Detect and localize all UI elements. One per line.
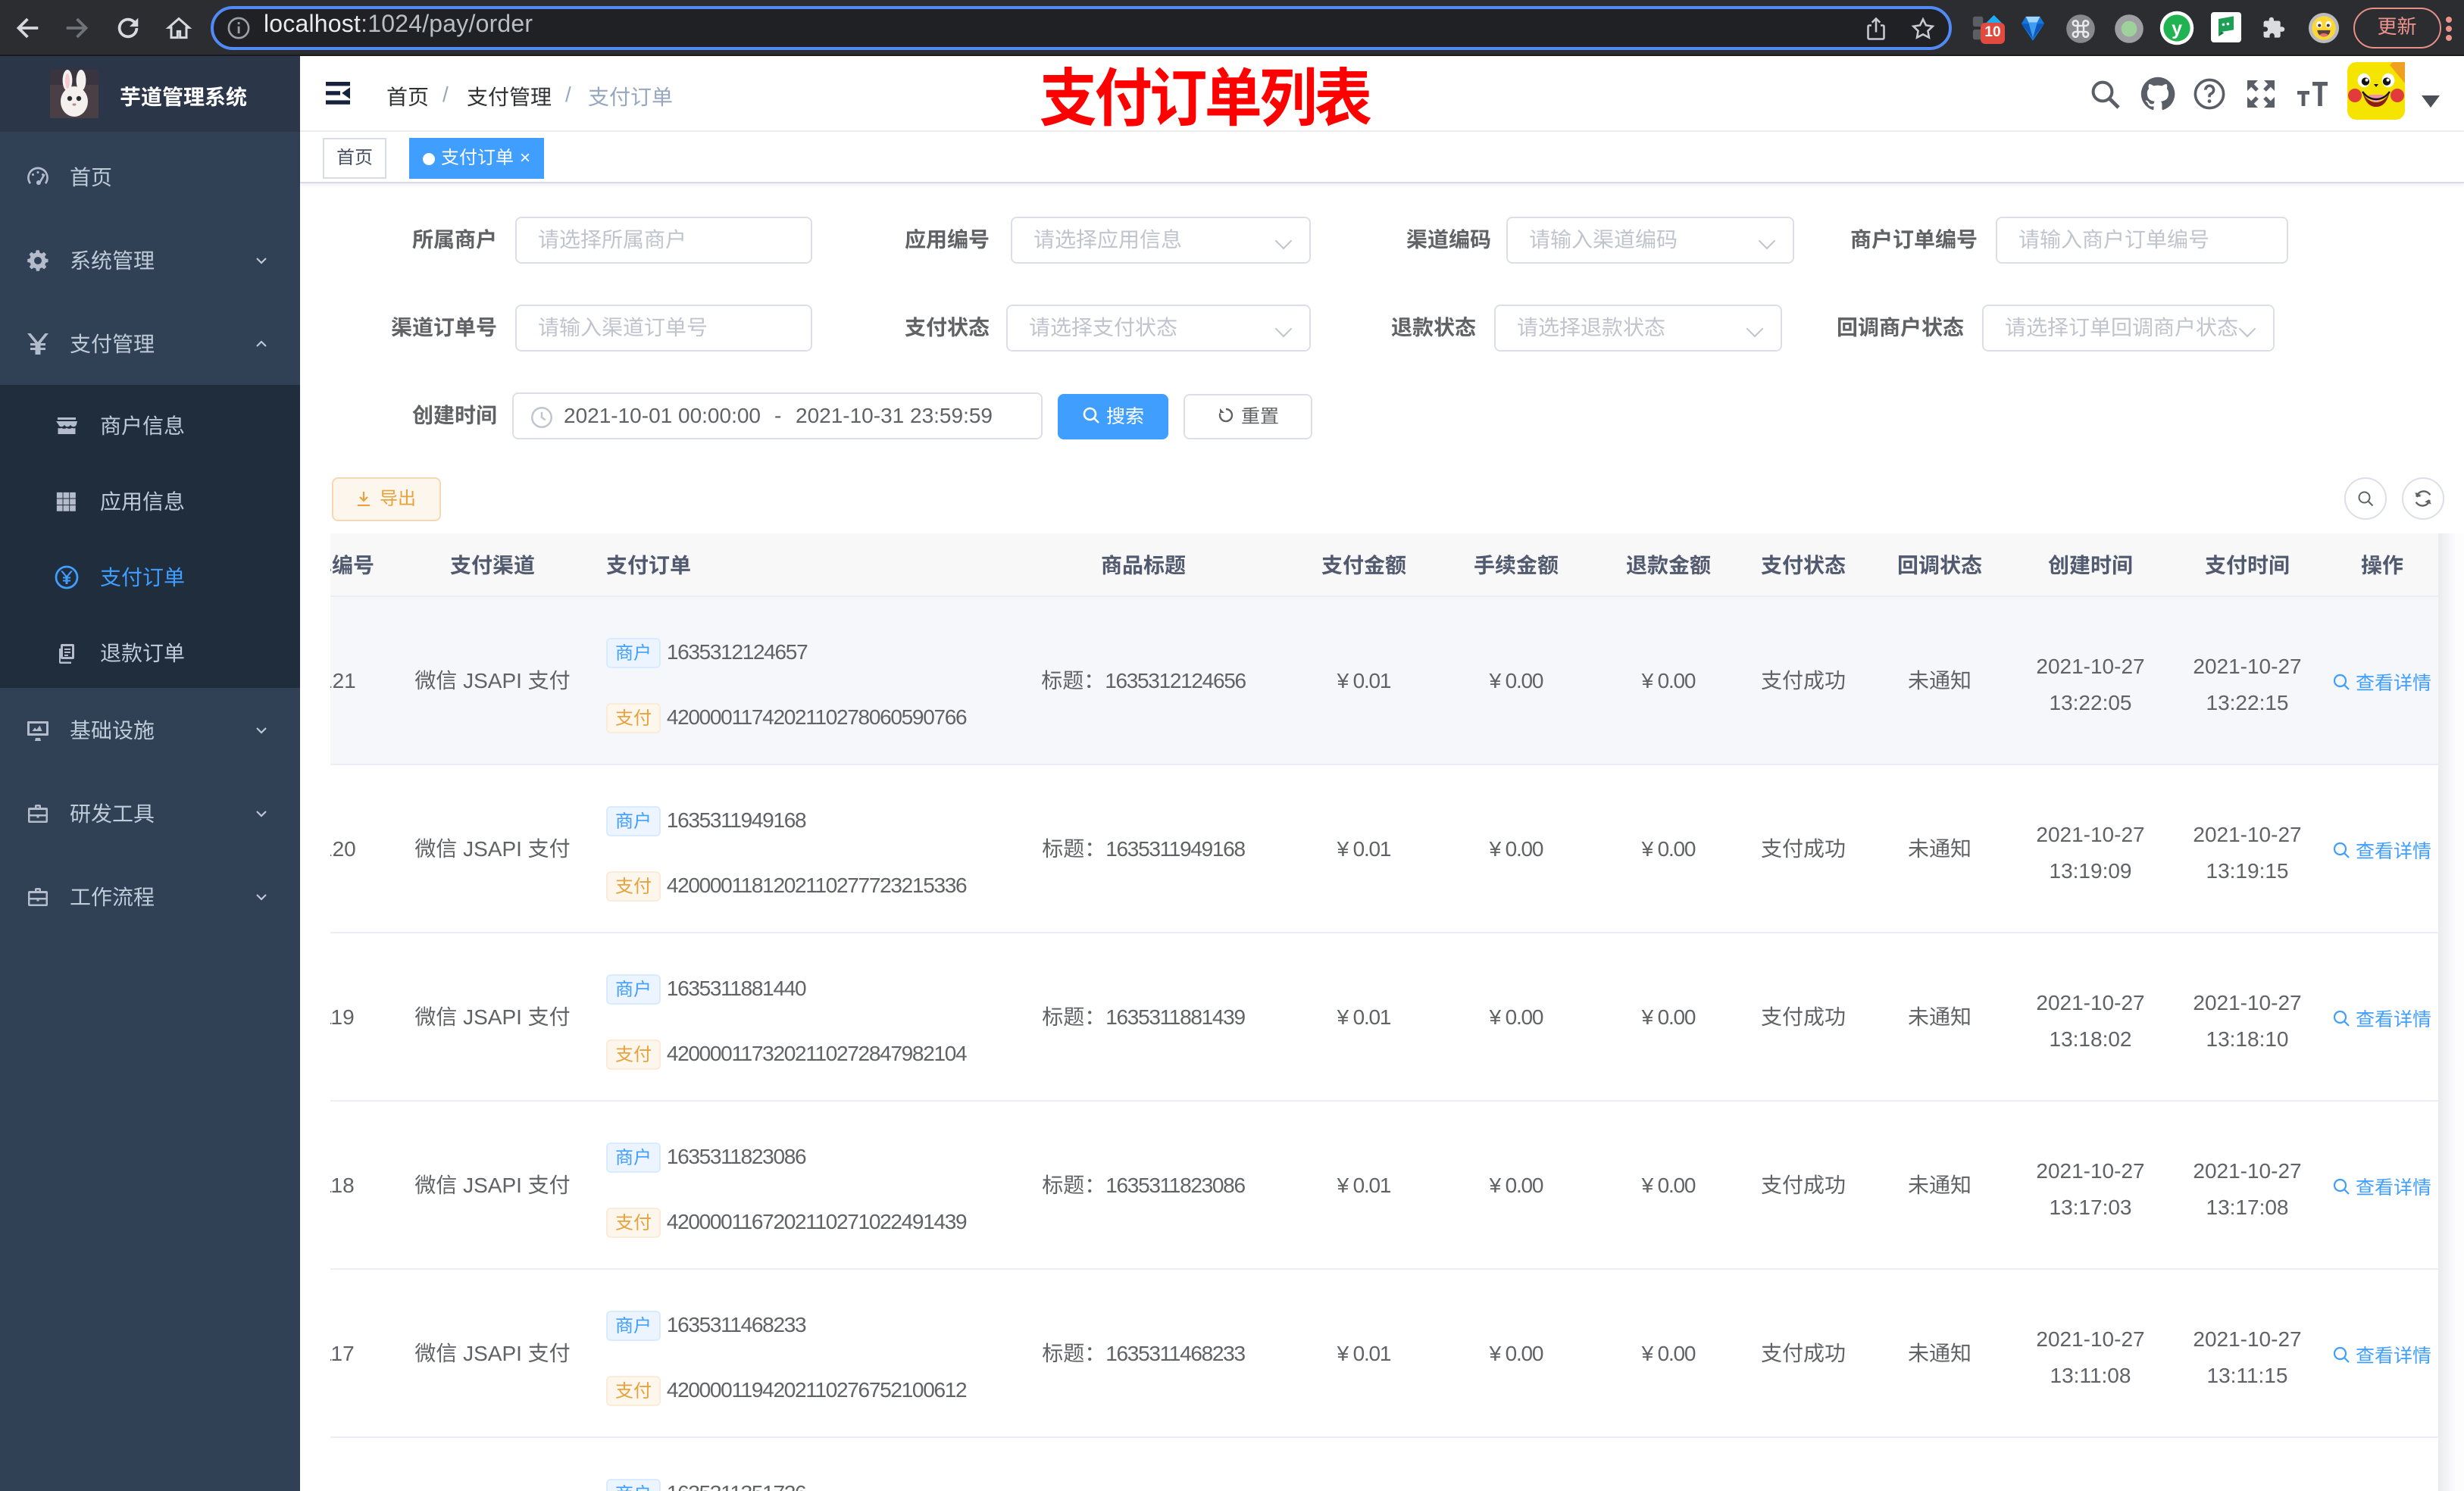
svg-text:y: y — [2172, 18, 2182, 39]
